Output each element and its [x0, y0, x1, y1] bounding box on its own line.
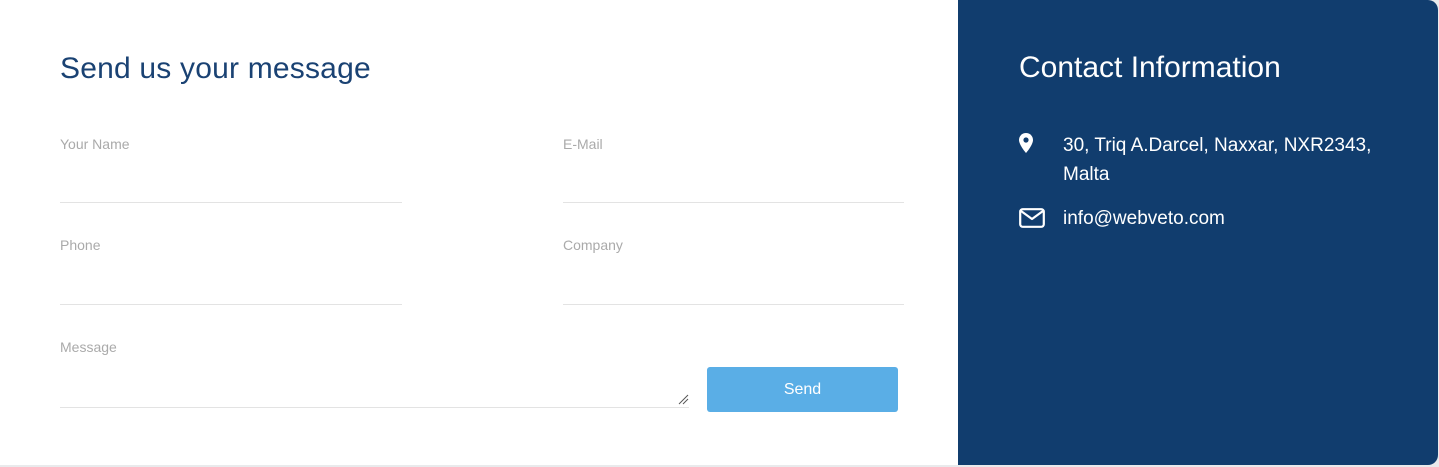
email-label: E-Mail [563, 136, 603, 152]
contact-card: Send us your message Your Name E-Mail Ph… [0, 0, 1438, 465]
address-text: 30, Triq A.Darcel, Naxxar, NXR2343, Malt… [1063, 135, 1372, 185]
resize-grip-icon[interactable] [677, 393, 689, 405]
send-button[interactable]: Send [707, 367, 898, 412]
contact-info-title: Contact Information [1019, 51, 1281, 84]
email-input[interactable] [563, 172, 904, 200]
email-field[interactable]: E-Mail [563, 136, 904, 203]
company-field[interactable]: Company [563, 237, 904, 305]
message-textarea[interactable] [60, 377, 689, 405]
address-row: 30, Triq A.Darcel, Naxxar, NXR2343, Malt… [1019, 131, 1399, 189]
company-label: Company [563, 237, 623, 253]
phone-input[interactable] [60, 274, 402, 302]
name-input[interactable] [60, 172, 402, 200]
message-form: Send us your message Your Name E-Mail Ph… [0, 0, 958, 465]
form-title: Send us your message [60, 52, 371, 85]
name-label: Your Name [60, 136, 130, 152]
message-field[interactable]: Message [60, 339, 689, 408]
name-field[interactable]: Your Name [60, 136, 402, 203]
phone-label: Phone [60, 237, 101, 253]
email-row: info@webveto.com [1019, 204, 1399, 233]
phone-field[interactable]: Phone [60, 237, 402, 305]
company-input[interactable] [563, 274, 904, 302]
email-link[interactable]: info@webveto.com [1063, 204, 1225, 233]
contact-info-panel: Contact Information 30, Triq A.Darcel, N… [958, 0, 1438, 465]
map-pin-icon [1019, 131, 1063, 153]
message-label: Message [60, 339, 117, 355]
envelope-icon [1019, 204, 1063, 228]
